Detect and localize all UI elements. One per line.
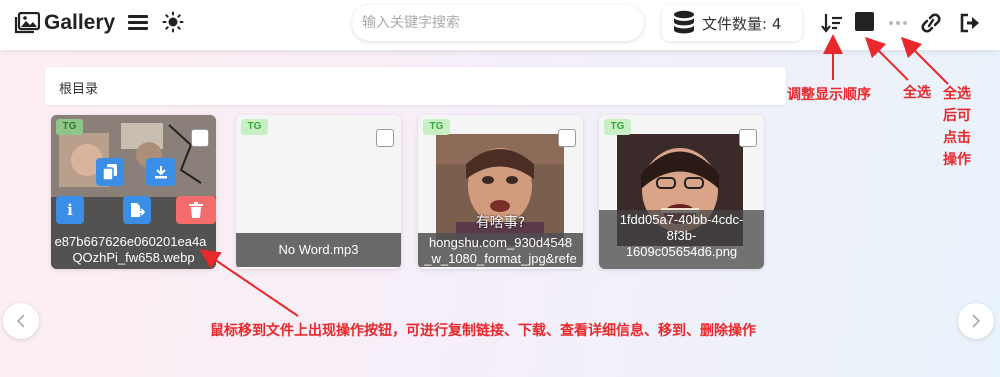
search-input[interactable] bbox=[352, 5, 644, 41]
next-page-button[interactable] bbox=[958, 303, 994, 339]
file-count-label: 文件数量: 4 bbox=[702, 14, 782, 33]
sort-descending-icon[interactable] bbox=[820, 11, 844, 35]
database-icon bbox=[674, 10, 694, 34]
trash-icon bbox=[189, 202, 203, 218]
top-header: Gallery 文件数量: 4 bbox=[0, 0, 1000, 50]
gallery-image-icon bbox=[14, 12, 40, 34]
file-name-line: 8f3b- bbox=[666, 228, 697, 243]
move-file-icon bbox=[131, 203, 145, 217]
info-button[interactable]: i bbox=[56, 196, 84, 224]
annotation-select-all: 全选 bbox=[903, 85, 931, 101]
file-card[interactable]: TG No Word.mp3 bbox=[236, 115, 401, 269]
file-card[interactable]: 有啥事? TG hongshu.com_930d4548 _w_1080_for… bbox=[418, 115, 583, 269]
download-icon bbox=[155, 166, 167, 179]
chevron-left-icon bbox=[16, 314, 25, 328]
file-count-box: 文件数量: 4 bbox=[662, 5, 802, 41]
delete-button[interactable] bbox=[176, 196, 216, 224]
copy-icon bbox=[103, 164, 117, 180]
file-card[interactable]: TG i e87b667626e060201ea4a QOzhPi_fw658.… bbox=[51, 115, 216, 269]
chevron-right-icon bbox=[972, 314, 981, 328]
ellipsis-icon bbox=[889, 21, 907, 25]
hamburger-menu-icon[interactable] bbox=[128, 12, 148, 32]
annotation-hover-tip: 鼠标移到文件上出现操作按钮，可进行复制链接、下载、查看详细信息、移到、删除操作 bbox=[210, 323, 756, 339]
app-title: Gallery bbox=[44, 11, 116, 34]
file-tag: TG bbox=[423, 119, 450, 135]
file-name: e87b667626e060201ea4a QOzhPi_fw658.webp bbox=[51, 232, 216, 268]
square-select-icon[interactable] bbox=[855, 12, 874, 31]
file-checkbox[interactable] bbox=[376, 129, 394, 147]
breadcrumb: 根目录 bbox=[45, 67, 786, 105]
info-icon: i bbox=[67, 201, 73, 219]
link-icon[interactable] bbox=[918, 11, 944, 35]
file-name-line: hongshu.com_930d4548 bbox=[428, 235, 573, 250]
file-name-line: QOzhPi_fw658.webp bbox=[72, 250, 195, 265]
file-tag: TG bbox=[56, 119, 83, 135]
file-tag: TG bbox=[604, 119, 631, 135]
file-checkbox[interactable] bbox=[191, 129, 209, 147]
download-button[interactable] bbox=[146, 158, 176, 186]
annotation-after-select: 全选后可点击操作 bbox=[943, 86, 971, 168]
image-caption: 有啥事? bbox=[475, 215, 526, 231]
annotation-sort: 调整显示顺序 bbox=[787, 87, 871, 103]
file-tag: TG bbox=[241, 119, 268, 135]
prev-page-button[interactable] bbox=[3, 303, 39, 339]
brand[interactable]: Gallery bbox=[14, 9, 115, 37]
move-button[interactable] bbox=[123, 196, 151, 224]
logout-icon[interactable] bbox=[958, 11, 982, 35]
sun-icon[interactable] bbox=[162, 11, 184, 33]
copy-link-button[interactable] bbox=[96, 158, 124, 186]
file-name-line: No Word.mp3 bbox=[278, 242, 359, 257]
file-name-line: 1609c05654d6.png bbox=[625, 244, 738, 259]
file-name: No Word.mp3 bbox=[236, 233, 401, 267]
file-name: 1fdd05a7-40bb-4cdc- 8f3b- 1609c05654d6.p… bbox=[599, 210, 764, 269]
file-name: hongshu.com_930d4548 _w_1080_format_jpg&… bbox=[418, 233, 583, 267]
file-card[interactable]: TG 1fdd05a7-40bb-4cdc- 8f3b- 1609c05654d… bbox=[599, 115, 764, 269]
file-name-line: e87b667626e060201ea4a bbox=[54, 234, 207, 249]
file-checkbox[interactable] bbox=[739, 129, 757, 147]
file-checkbox[interactable] bbox=[558, 129, 576, 147]
breadcrumb-root[interactable]: 根目录 bbox=[59, 82, 98, 97]
file-name-line: 1fdd05a7-40bb-4cdc- bbox=[619, 212, 744, 227]
file-name-line: _w_1080_format_jpg&refe bbox=[424, 251, 577, 266]
